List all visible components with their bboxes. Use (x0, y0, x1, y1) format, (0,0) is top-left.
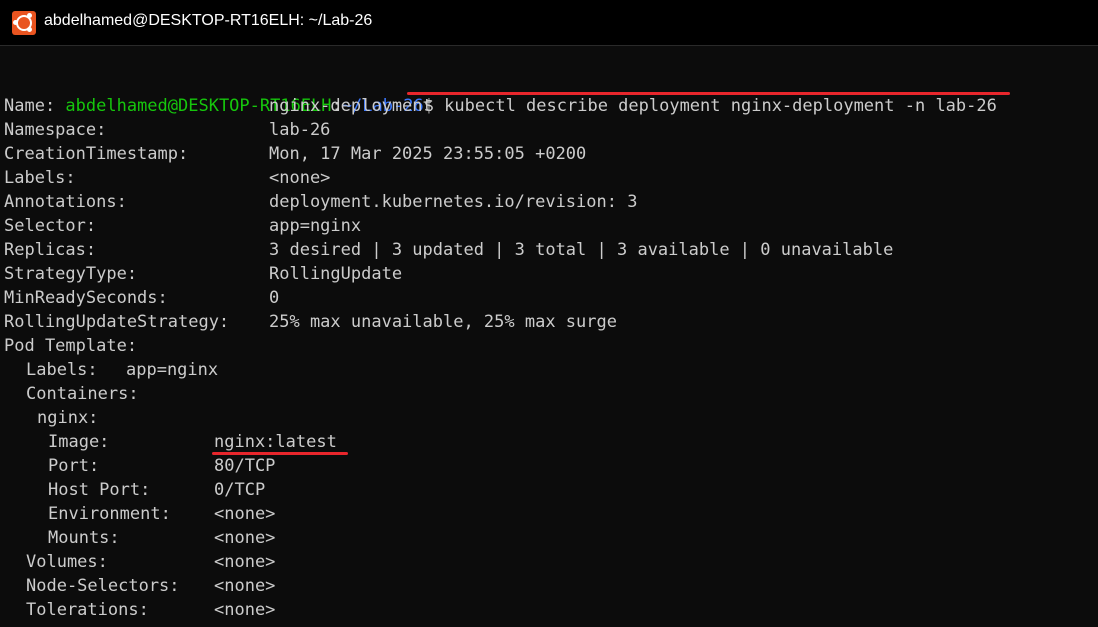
field-value: deployment.kubernetes.io/revision: 3 (269, 192, 638, 212)
ubuntu-dot (27, 13, 32, 18)
field-key: Name: (4, 96, 56, 116)
field-key: Image: (48, 432, 110, 452)
field-key: Pod Template: (4, 336, 138, 356)
field-key: Mounts: (48, 528, 120, 548)
ubuntu-terminal-icon (12, 11, 36, 35)
field-value: <none> (214, 576, 276, 596)
field-value: <none> (214, 528, 276, 548)
field-value: app=nginx (126, 360, 219, 380)
field-key: CreationTimestamp: (4, 144, 189, 164)
ubuntu-dot (13, 20, 18, 25)
field-value: 25% max unavailable, 25% max surge (269, 312, 617, 332)
field-value: 0 (269, 288, 280, 308)
terminal-output[interactable]: abdelhamed@DESKTOP-RT16ELH:~/Lab-26$ kub… (0, 70, 1098, 627)
field-key: StrategyType: (4, 264, 138, 284)
output-line: Environment: <none> (0, 502, 1098, 526)
field-value: nginx:latest (214, 432, 337, 452)
output-line: RollingUpdateStrategy: 25% max unavailabl… (0, 310, 1098, 334)
output-line: Annotations: deployment.kubernetes.io/rev… (0, 190, 1098, 214)
field-key: Host Port: (48, 480, 151, 500)
output-line: MinReadySeconds: 0 (0, 286, 1098, 310)
output-line: Name: nginx-deployment (0, 94, 1098, 118)
field-key: Annotations: (4, 192, 127, 212)
field-key: Tolerations: (26, 600, 149, 620)
field-key: nginx: (37, 408, 99, 428)
output-line: Mounts: <none> (0, 526, 1098, 550)
output-line: StrategyType: RollingUpdate (0, 262, 1098, 286)
output-line: Node-Selectors: <none> (0, 574, 1098, 598)
output-line: Labels: <none> (0, 166, 1098, 190)
output-line: Selector: app=nginx (0, 214, 1098, 238)
field-value: RollingUpdate (269, 264, 403, 284)
field-key: Labels: (26, 360, 98, 380)
output-line: Host Port: 0/TCP (0, 478, 1098, 502)
output-line: Tolerations: <none> (0, 598, 1098, 622)
output-line: Namespace: lab-26 (0, 118, 1098, 142)
prompt-line: abdelhamed@DESKTOP-RT16ELH:~/Lab-26$ kub… (0, 70, 1098, 116)
describe-output: Name: nginx-deployment Namespace: lab-26 Cre… (0, 94, 1098, 622)
title-bar[interactable]: abdelhamed@DESKTOP-RT16ELH: ~/Lab-26 (0, 0, 1098, 46)
field-key: Volumes: (26, 552, 108, 572)
field-key: Containers: (26, 384, 139, 404)
field-key: MinReadySeconds: (4, 288, 168, 308)
field-key: RollingUpdateStrategy: (4, 312, 230, 332)
field-value: lab-26 (269, 120, 331, 140)
field-key: Node-Selectors: (26, 576, 180, 596)
field-key: Environment: (48, 504, 171, 524)
output-line: nginx: (0, 406, 1098, 430)
field-key: Labels: (4, 168, 76, 188)
ubuntu-dot (27, 27, 32, 32)
field-value: app=nginx (269, 216, 362, 236)
field-value: nginx-deployment (269, 96, 433, 116)
output-line: Containers: (0, 382, 1098, 406)
field-key: Replicas: (4, 240, 97, 260)
output-line: Pod Template: (0, 334, 1098, 358)
field-value: Mon, 17 Mar 2025 23:55:05 +0200 (269, 144, 587, 164)
output-line: Image: nginx:latest (0, 430, 1098, 455)
field-key: Namespace: (4, 120, 107, 140)
output-line: Volumes: <none> (0, 550, 1098, 574)
output-line: Replicas: 3 desired | 3 updated | 3 total… (0, 238, 1098, 262)
field-value: 3 desired | 3 updated | 3 total | 3 avai… (269, 240, 894, 260)
field-value: 80/TCP (214, 456, 276, 476)
field-value: 0/TCP (214, 480, 266, 500)
field-value: <none> (269, 168, 331, 188)
field-value: <none> (214, 504, 276, 524)
output-line: Labels: app=nginx (0, 358, 1098, 382)
field-key: Port: (48, 456, 100, 476)
window-title: abdelhamed@DESKTOP-RT16ELH: ~/Lab-26 (44, 12, 373, 29)
output-line: Port: 80/TCP (0, 454, 1098, 478)
field-value: <none> (214, 600, 276, 620)
field-key: Selector: (4, 216, 97, 236)
terminal-window: abdelhamed@DESKTOP-RT16ELH: ~/Lab-26 abd… (0, 0, 1098, 627)
output-line: CreationTimestamp: Mon, 17 Mar 2025 23:55… (0, 142, 1098, 166)
field-value: <none> (214, 552, 276, 572)
